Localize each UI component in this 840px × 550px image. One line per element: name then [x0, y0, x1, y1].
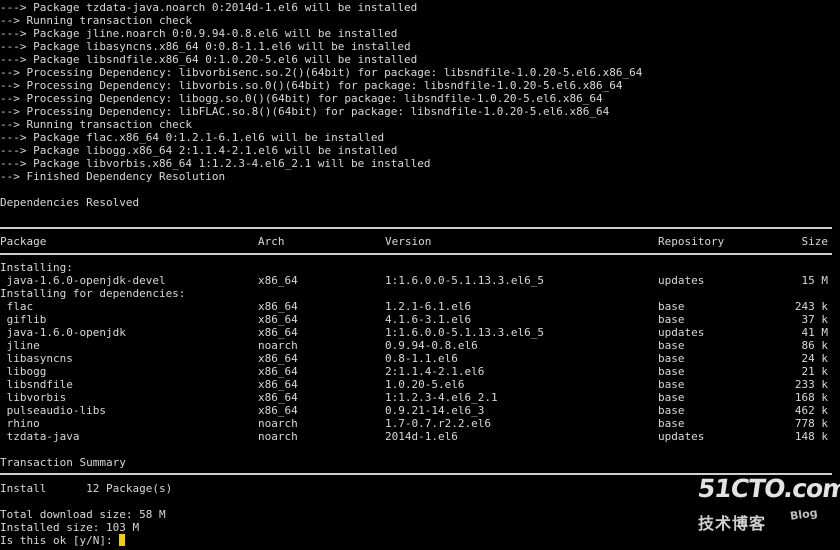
- cell-size: 462 k: [794, 404, 828, 417]
- cell-repository: base: [658, 300, 685, 313]
- cell-version: 2014d-1.el6: [385, 430, 458, 443]
- cell-repository: base: [658, 365, 685, 378]
- cell-package: pulseaudio-libs: [0, 404, 106, 417]
- cell-repository: base: [658, 404, 685, 417]
- header-package: Package: [0, 235, 47, 248]
- confirm-prompt: Is this ok [y/N]:: [0, 534, 120, 547]
- log-line: ---> Package flac.x86_64 0:1.2.1-6.1.el6…: [0, 131, 385, 144]
- cell-size: 15 M: [801, 274, 829, 287]
- watermark-domain: 51CTO.com: [695, 474, 840, 503]
- transaction-summary-title: Transaction Summary: [0, 456, 126, 469]
- cell-arch: x86_64: [258, 378, 298, 391]
- terminal-window[interactable]: ---> Package tzdata-java.noarch 0:2014d-…: [0, 0, 840, 550]
- cell-repository: base: [658, 352, 685, 365]
- header-repository: Repository: [658, 235, 725, 248]
- cell-size: 37 k: [801, 313, 829, 326]
- table-separator-header: [0, 253, 832, 255]
- cell-package: libvorbis: [0, 391, 67, 404]
- installing-label: Installing:: [0, 261, 73, 274]
- cell-arch: x86_64: [258, 313, 298, 326]
- log-line: ---> Package libsndfile.x86_64 0:1.0.20-…: [0, 53, 418, 66]
- cell-size: 24 k: [801, 352, 829, 365]
- cell-repository: base: [658, 417, 685, 430]
- cell-version: 1.0.20-5.el6: [385, 378, 465, 391]
- cell-version: 2:1.1.4-2.1.el6: [385, 365, 485, 378]
- log-line: ---> Package libogg.x86_64 2:1.1.4-2.1.e…: [0, 144, 398, 157]
- log-line: ---> Package libvorbis.x86_64 1:1.2.3-4.…: [0, 157, 431, 170]
- cell-arch: noarch: [258, 430, 298, 443]
- cell-repository: updates: [658, 326, 705, 339]
- cell-arch: x86_64: [258, 404, 298, 417]
- cell-version: 1:1.2.3-4.el6_2.1: [385, 391, 498, 404]
- dependencies-label: Installing for dependencies:: [0, 287, 186, 300]
- cell-size: 233 k: [794, 378, 828, 391]
- cell-arch: x86_64: [258, 326, 298, 339]
- log-line: --> Processing Dependency: libvorbis.so.…: [0, 79, 623, 92]
- cell-size: 86 k: [801, 339, 829, 352]
- cell-version: 4.1.6-3.1.el6: [385, 313, 472, 326]
- log-line: ---> Package tzdata-java.noarch 0:2014d-…: [0, 1, 418, 14]
- cell-size: 21 k: [801, 365, 829, 378]
- cell-package: libogg: [0, 365, 47, 378]
- header-size: Size: [801, 235, 829, 248]
- cell-repository: base: [658, 339, 685, 352]
- cell-size: 148 k: [794, 430, 828, 443]
- log-line: --> Processing Dependency: libvorbisenc.…: [0, 66, 643, 79]
- log-line: --> Running transaction check: [0, 118, 193, 131]
- cell-repository: base: [658, 378, 685, 391]
- log-line: --> Running transaction check: [0, 14, 193, 27]
- table-separator-top: [0, 227, 832, 229]
- cell-repository: updates: [658, 430, 705, 443]
- installed-size: Installed size: 103 M: [0, 521, 140, 534]
- total-download-size: Total download size: 58 M: [0, 508, 166, 521]
- text-cursor[interactable]: [119, 534, 126, 546]
- cell-package: jline: [0, 339, 40, 352]
- cell-package: libsndfile: [0, 378, 73, 391]
- cell-arch: noarch: [258, 417, 298, 430]
- cell-version: 1:1.6.0.0-5.1.13.3.el6_5: [385, 326, 544, 339]
- cell-package: java-1.6.0-openjdk: [0, 326, 126, 339]
- cell-size: 168 k: [794, 391, 828, 404]
- cell-version: 0.9.21-14.el6_3: [385, 404, 485, 417]
- header-version: Version: [385, 235, 432, 248]
- cell-repository: base: [658, 391, 685, 404]
- cell-arch: x86_64: [258, 365, 298, 378]
- log-line: --> Processing Dependency: libogg.so.0()…: [0, 92, 603, 105]
- cell-package: tzdata-java: [0, 430, 80, 443]
- cell-arch: noarch: [258, 339, 298, 352]
- cell-arch: x86_64: [258, 391, 298, 404]
- log-line: ---> Package jline.noarch 0:0.9.94-0.8.e…: [0, 27, 398, 40]
- cell-arch: x86_64: [258, 274, 298, 287]
- cell-repository: base: [658, 313, 685, 326]
- cell-size: 41 M: [801, 326, 829, 339]
- cell-package: giflib: [0, 313, 47, 326]
- cell-package: java-1.6.0-openjdk-devel: [0, 274, 166, 287]
- log-line: ---> Package libasyncns.x86_64 0:0.8-1.1…: [0, 40, 411, 53]
- log-line: --> Finished Dependency Resolution: [0, 170, 226, 183]
- confirm-prompt-line[interactable]: Is this ok [y/N]:: [0, 534, 126, 547]
- cell-package: flac: [0, 300, 34, 313]
- cell-version: 0.8-1.1.el6: [385, 352, 458, 365]
- cell-arch: x86_64: [258, 300, 298, 313]
- watermark-subtitle: 技术博客: [698, 514, 767, 533]
- cell-repository: updates: [658, 274, 705, 287]
- install-count-line: Install 12 Package(s): [0, 482, 173, 495]
- cell-version: 1.2.1-6.1.el6: [385, 300, 472, 313]
- cell-size: 243 k: [794, 300, 828, 313]
- cell-version: 0.9.94-0.8.el6: [385, 339, 478, 352]
- cell-package: rhino: [0, 417, 40, 430]
- header-arch: Arch: [258, 235, 285, 248]
- cell-size: 778 k: [794, 417, 828, 430]
- dependencies-resolved-label: Dependencies Resolved: [0, 196, 140, 209]
- cell-version: 1.7-0.7.r2.2.el6: [385, 417, 491, 430]
- cell-version: 1:1.6.0.0-5.1.13.3.el6_5: [385, 274, 544, 287]
- log-line: --> Processing Dependency: libFLAC.so.8(…: [0, 105, 610, 118]
- watermark-logo: 51CTO.com 技术博客 Blog: [690, 474, 840, 538]
- cell-arch: x86_64: [258, 352, 298, 365]
- watermark-blog: Blog: [789, 506, 819, 523]
- cell-package: libasyncns: [0, 352, 73, 365]
